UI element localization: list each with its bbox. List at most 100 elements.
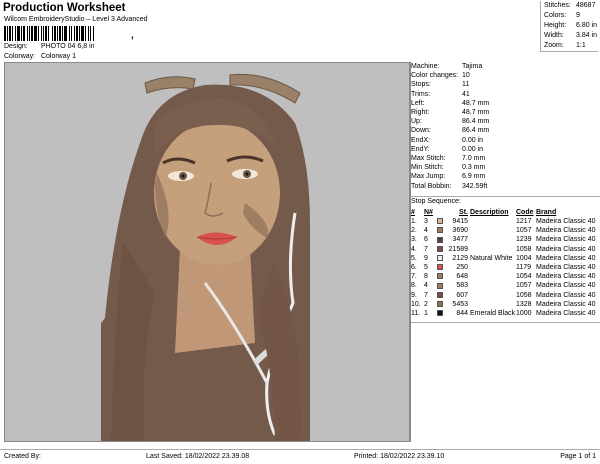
stat-height: Height: 6.80 in	[544, 22, 598, 29]
prop-min-stitch: Min Stitch: 0.3 mm	[411, 164, 486, 172]
stop-row: 10. 2 5453 1328 Madeira Classic 40	[411, 300, 600, 309]
embroidery-portrait-image	[101, 73, 310, 441]
prop-total-bobbin: Total Bobbin: 342.59ft	[411, 182, 488, 190]
stops-divider	[411, 322, 600, 323]
thread-brand: Madeira Classic 40	[536, 300, 596, 308]
prop-trims: Trims: 41	[411, 90, 470, 98]
col-header-code: Code	[516, 209, 534, 216]
design-value: PHOTO 04 6,8 in	[40, 43, 95, 50]
prop-max-jump: Max Jump: 6.9 mm	[411, 173, 486, 181]
stop-row: 7. 8 648 1054 Madeira Classic 40	[411, 272, 600, 281]
thread-brand: Madeira Classic 40	[536, 264, 596, 272]
thread-brand: Madeira Classic 40	[536, 227, 596, 235]
stop-row: 3. 6 3477 1239 Madeira Classic 40	[411, 235, 600, 244]
stat-stitches: Stitches: 48687	[544, 2, 596, 9]
needle-number: 5	[424, 264, 428, 272]
color-swatch	[437, 272, 446, 281]
stop-number: 8.	[411, 282, 417, 290]
footer: Created By: Last Saved: 18/02/2022 23.39…	[0, 449, 600, 464]
stop-row: 6. 5 250 1179 Madeira Classic 40	[411, 263, 600, 272]
stitch-count: 9415	[452, 218, 468, 225]
needle-number: 2	[424, 300, 428, 308]
stitch-count: 844	[456, 310, 468, 318]
design-name-row: Design: PHOTO 04 6,8 in	[4, 43, 95, 50]
properties-divider	[411, 196, 600, 197]
stop-row: 8. 4 583 1057 Madeira Classic 40	[411, 281, 600, 290]
thread-description	[468, 281, 516, 290]
thread-code: 1239	[516, 236, 532, 244]
stop-number: 7.	[411, 273, 417, 281]
color-swatch	[437, 254, 446, 263]
stop-number: 4.	[411, 245, 417, 253]
thread-code: 1054	[516, 273, 532, 281]
stitch-count: 5453	[452, 300, 468, 308]
color-swatch	[437, 217, 446, 226]
stat-zoom: Zoom: 1:1	[544, 42, 586, 49]
thread-brand: Madeira Classic 40	[536, 291, 596, 299]
thread-brand: Madeira Classic 40	[536, 254, 596, 262]
stop-number: 11.	[411, 310, 421, 318]
col-header-needle: N#	[424, 209, 433, 216]
thread-brand: Madeira Classic 40	[536, 282, 596, 290]
thread-description	[468, 263, 516, 272]
thread-code: 1058	[516, 245, 532, 253]
color-swatch	[437, 235, 446, 244]
thread-color-swatch	[437, 264, 443, 271]
col-header-description: Description	[470, 209, 509, 216]
color-swatch	[437, 300, 446, 309]
thread-color-swatch	[437, 310, 443, 317]
thread-color-swatch	[437, 282, 443, 289]
stop-row: 9. 7 607 1058 Madeira Classic 40	[411, 291, 600, 300]
thread-description	[468, 245, 516, 254]
stitch-count: 3690	[452, 227, 468, 235]
prop-left: Left: 48.7 mm	[411, 99, 490, 107]
stitch-count: 2129	[452, 254, 468, 262]
thread-description: Emerald Black	[470, 310, 516, 318]
footer-printed: Printed: 18/02/2022 23.39.10	[354, 453, 445, 460]
prop-machine: Machine: Tajima	[411, 63, 483, 70]
col-header-num: #	[411, 209, 415, 216]
needle-number: 7	[424, 245, 428, 253]
thread-brand: Madeira Classic 40	[536, 310, 596, 318]
prop-down: Down: 86.4 mm	[411, 127, 490, 135]
stitch-count: 583	[456, 282, 468, 290]
thread-color-swatch	[437, 218, 443, 225]
thread-code: 1058	[516, 291, 532, 299]
color-swatch	[437, 245, 446, 254]
prop-up: Up: 86.4 mm	[411, 118, 490, 126]
thread-description	[468, 291, 516, 300]
stop-row: 2. 4 3690 1057 Madeira Classic 40	[411, 226, 600, 235]
thread-code: 1179	[516, 264, 532, 272]
prop-max-stitch: Max Stitch: 7.0 mm	[411, 155, 486, 163]
stop-number: 1.	[411, 218, 417, 225]
footer-created-by: Created By:	[4, 453, 41, 460]
thread-description	[468, 300, 516, 309]
thread-color-swatch	[437, 273, 443, 280]
stop-number: 9.	[411, 291, 417, 299]
thread-code: 1057	[516, 227, 532, 235]
design-stats: Stitches: 48687 Colors: 9 Height: 6.80 in W…	[540, 1, 598, 52]
stop-row: 4. 7 21589 1058 Madeira Classic 40	[411, 245, 600, 254]
thread-code: 1217	[516, 218, 532, 225]
prop-endx: EndX: 0.00 in	[411, 136, 484, 144]
thread-color-swatch	[437, 254, 443, 261]
thread-code: 1004	[516, 254, 532, 262]
needle-number: 4	[424, 227, 428, 235]
design-label: Design:	[4, 43, 28, 50]
colorway-value: Colorway 1	[40, 53, 76, 60]
thread-description	[468, 217, 516, 226]
color-swatch	[437, 309, 446, 318]
color-swatch	[437, 281, 446, 290]
thread-description	[468, 226, 516, 235]
colorway-row: Colorway: Colorway 1	[4, 53, 76, 60]
stitch-count: 648	[456, 273, 468, 281]
stitch-count: 3477	[452, 236, 468, 244]
stop-sequence-title: Stop Sequence:	[411, 198, 461, 205]
stop-number: 6.	[411, 264, 417, 272]
stop-number: 2.	[411, 227, 417, 235]
thread-brand: Madeira Classic 40	[536, 218, 596, 225]
design-preview	[4, 62, 410, 442]
col-header-swatch	[437, 208, 446, 217]
thread-color-swatch	[437, 236, 443, 243]
needle-number: 7	[424, 291, 428, 299]
